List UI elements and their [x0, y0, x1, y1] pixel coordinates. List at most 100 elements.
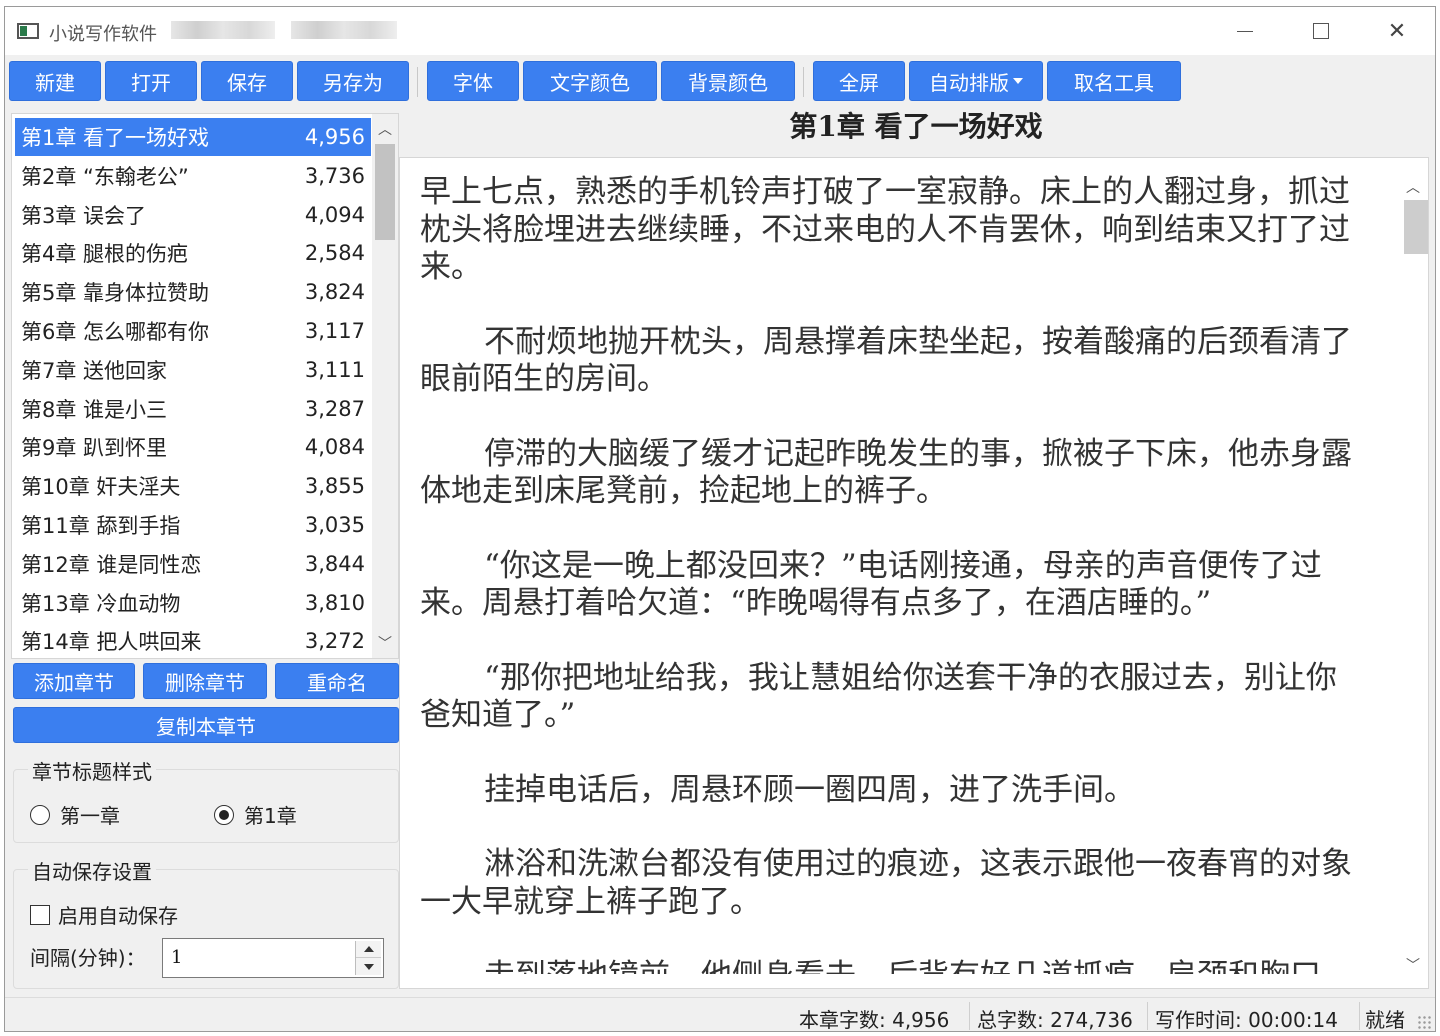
editor-paragraph[interactable]: 早上七点，熟悉的手机铃声打破了一室寂静。床上的人翻过身，抓过枕头将脸埋进去继续睡… [420, 174, 1360, 287]
add-chapter-button[interactable]: 添加章节 [13, 663, 135, 699]
writing-time: 写作时间: 00:00:14 [1155, 1008, 1338, 1032]
delete-chapter-button[interactable]: 删除章节 [143, 663, 267, 699]
chapter-title: 第8章 谁是小三 [21, 397, 168, 422]
status-bar: 本章字数: 4,956 总字数: 274,736 写作时间: 00:00:14 … [5, 997, 1435, 1032]
editor-paragraph[interactable]: “你这是一晚上都没回来？”电话刚接通，母亲的声音便传了过来。周悬打着哈欠道：“昨… [420, 548, 1360, 623]
scroll-up-icon[interactable]: ︿ [1400, 174, 1426, 200]
chapter-list-scrollbar[interactable]: ︿ ﹀ [372, 114, 398, 658]
radio-arabic-numeral[interactable]: 第1章 [214, 800, 297, 829]
chapter-list-item[interactable]: 第8章 谁是小三 3,287 [15, 390, 371, 428]
text-color-button[interactable]: 文字颜色 [523, 61, 657, 101]
chapter-title: 第5章 靠身体拉赞助 [21, 281, 210, 306]
window-title: 小说写作软件 [49, 24, 157, 45]
chapter-word-count: 3,810 [304, 590, 365, 615]
chapter-word-count: 3,824 [304, 280, 365, 305]
editor-paragraph[interactable]: 停滞的大脑缓了缓才记起昨晚发生的事，掀被子下床，他赤身露体地走到床尾凳前，捡起地… [420, 436, 1360, 511]
chapter-word-count: 3,736 [304, 163, 365, 188]
auto-layout-label: 自动排版 [929, 70, 1009, 95]
title-style-group: 章节标题样式 第一章 第1章 [13, 756, 399, 843]
redacted-title-part [291, 21, 397, 39]
open-button[interactable]: 打开 [105, 61, 197, 101]
editor-paragraph[interactable]: 挂掉电话后，周悬环顾一圈四周，进了洗手间。 [420, 772, 1360, 810]
radio-chinese-numeral[interactable]: 第一章 [30, 800, 120, 829]
radio-label: 第1章 [244, 804, 297, 828]
editor-paragraph[interactable]: 不耐烦地抛开枕头，周悬撑着床垫坐起，按着酸痛的后颈看清了眼前陌生的房间。 [420, 324, 1360, 399]
app-icon [17, 23, 39, 39]
scroll-down-icon[interactable]: ﹀ [1400, 952, 1426, 978]
chapter-title: 第12章 谁是同性恋 [21, 552, 202, 577]
editor-content[interactable]: 早上七点，熟悉的手机铃声打破了一室寂静。床上的人翻过身，抓过枕头将脸埋进去继续睡… [420, 174, 1360, 974]
text-editor[interactable]: 早上七点，熟悉的手机铃声打破了一室寂静。床上的人翻过身，抓过枕头将脸埋进去继续睡… [399, 157, 1429, 989]
auto-layout-dropdown[interactable]: 自动排版 [909, 61, 1043, 101]
chapter-list-item[interactable]: 第6章 怎么哪都有你 3,117 [15, 312, 371, 350]
chapter-word-count: 3,272 [304, 629, 365, 654]
font-button[interactable]: 字体 [427, 61, 519, 101]
chapter-list-item[interactable]: 第11章 舔到手指 3,035 [15, 506, 371, 544]
close-icon[interactable]: ✕ [1371, 13, 1423, 49]
chapter-word-count: 本章字数: 4,956 [799, 1008, 950, 1032]
chapter-list-item[interactable]: 第7章 送他回家 3,111 [15, 351, 371, 389]
chapter-title: 第9章 趴到怀里 [21, 436, 168, 461]
save-button[interactable]: 保存 [201, 61, 293, 101]
status-text: 就绪 [1365, 1008, 1405, 1032]
chapter-word-count: 4,094 [304, 202, 365, 227]
radio-selected-dot [219, 809, 229, 820]
interval-label: 间隔(分钟)： [30, 946, 146, 970]
chapter-list-item[interactable]: 第5章 靠身体拉赞助 3,824 [15, 273, 371, 311]
rename-chapter-button[interactable]: 重命名 [275, 663, 399, 699]
chapter-list-item[interactable]: 第12章 谁是同性恋 3,844 [15, 545, 371, 583]
chapter-list[interactable]: 第1章 看了一场好戏 4,956 第2章 “东翰老公” 3,736 第3章 误会了 4,0… [11, 113, 399, 659]
interval-value[interactable]: 1 [171, 947, 182, 968]
scroll-up-icon[interactable]: ︿ [372, 116, 398, 142]
checkbox-box[interactable] [30, 904, 50, 925]
copy-chapter-button[interactable]: 复制本章节 [13, 707, 399, 743]
chapter-list-item[interactable]: 第14章 把人哄回来 3,272 [15, 622, 371, 660]
chapter-word-count: 3,111 [304, 357, 365, 382]
naming-tool-button[interactable]: 取名工具 [1047, 61, 1181, 101]
chapter-list-item[interactable]: 第10章 奸夫淫夫 3,855 [15, 467, 371, 505]
chapter-list-item[interactable]: 第4章 腿根的伤疤 2,584 [15, 234, 371, 272]
chapter-word-count: 4,956 [304, 125, 365, 149]
status-separator [969, 1002, 970, 1030]
chapter-title: 第6章 怎么哪都有你 [21, 320, 210, 344]
spin-up-icon[interactable] [356, 941, 381, 958]
maximize-icon[interactable] [1295, 13, 1347, 49]
autosave-checkbox[interactable]: 启用自动保存 [30, 900, 178, 929]
chapter-title-heading: 第1章 看了一场好戏 [789, 110, 1043, 143]
save-as-button[interactable]: 另存为 [297, 61, 409, 101]
scroll-down-icon[interactable]: ﹀ [372, 630, 398, 656]
fullscreen-button[interactable]: 全屏 [813, 61, 905, 101]
chapter-list-item[interactable]: 第13章 冷血动物 3,810 [15, 584, 371, 622]
interval-spinbox[interactable]: 1 [162, 938, 384, 978]
radio-button[interactable] [214, 804, 234, 825]
editor-paragraph[interactable]: 淋浴和洗漱台都没有使用过的痕迹，这表示跟他一夜春宵的对象一大早就穿上裤子跑了。 [420, 846, 1360, 921]
chapter-title: 第10章 奸夫淫夫 [21, 475, 181, 500]
editor-paragraph[interactable]: 走到落地镜前，他侧身看去，后背有好几道抓痕，肩颈和胸口 [420, 958, 1360, 974]
chapter-list-item[interactable]: 第3章 误会了 4,094 [15, 196, 371, 234]
chapter-word-count: 2,584 [304, 241, 365, 266]
chapter-list-item[interactable]: 第1章 看了一场好戏 4,956 [15, 118, 371, 156]
radio-button[interactable] [30, 804, 50, 825]
minimize-icon[interactable] [1219, 13, 1271, 49]
app-window: 小说写作软件 ✕ 新建 打开 保存 另存为 字体 文字颜色 背景颜色 全屏 自动… [4, 6, 1436, 1032]
editor-scrollbar[interactable]: ︿ ﹀ [1398, 158, 1428, 988]
chapter-title: 第1章 看了一场好戏 [21, 126, 210, 150]
new-button[interactable]: 新建 [9, 61, 101, 101]
chapter-word-count: 3,117 [304, 319, 365, 343]
autosave-group: 自动保存设置 启用自动保存 间隔(分钟)： 1 [13, 856, 399, 989]
status-separator [1359, 1002, 1360, 1030]
chapter-list-item[interactable]: 第2章 “东翰老公” 3,736 [15, 157, 371, 195]
scrollbar-thumb[interactable] [1404, 200, 1428, 254]
chapter-list-item[interactable]: 第9章 趴到怀里 4,084 [15, 428, 371, 466]
scrollbar-thumb[interactable] [375, 144, 395, 240]
status-separator [1147, 1002, 1148, 1030]
toolbar: 新建 打开 保存 另存为 字体 文字颜色 背景颜色 全屏 自动排版 取名工具 [5, 59, 1435, 103]
chapter-title: 第14章 把人哄回来 [21, 630, 202, 655]
chapter-word-count: 3,855 [304, 474, 365, 499]
editor-paragraph[interactable]: “那你把地址给我，我让慧姐给你送套干净的衣服过去，别让你爸知道了。” [420, 660, 1360, 735]
spin-down-icon[interactable] [356, 958, 381, 975]
spin-buttons [355, 941, 381, 975]
background-color-button[interactable]: 背景颜色 [661, 61, 795, 101]
resize-grip-icon[interactable] [1417, 1015, 1431, 1029]
chapter-word-count: 3,844 [304, 551, 365, 576]
